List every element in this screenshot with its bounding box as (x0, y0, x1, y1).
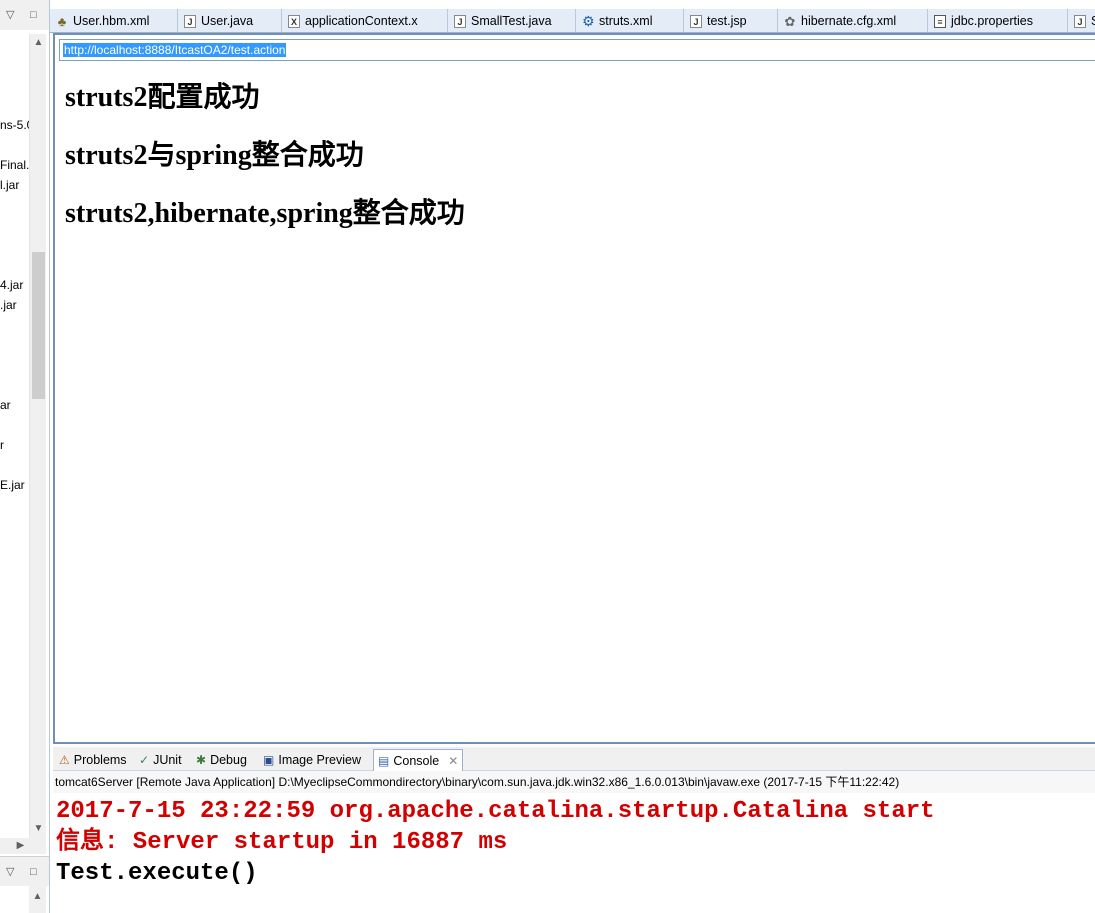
scroll-down-icon[interactable]: ▼ (30, 822, 47, 836)
scroll-up-icon[interactable]: ▲ (30, 36, 47, 50)
tab-junit[interactable]: ✓ JUnit (135, 749, 186, 771)
page-heading: struts2,hibernate,spring整合成功 (65, 198, 465, 229)
tree-item[interactable]: .jar (0, 298, 32, 312)
tab-label: test.jsp (707, 14, 747, 28)
tab-debug[interactable]: ✱ Debug (192, 749, 251, 771)
vertical-scrollbar[interactable]: ▲ ▼ (29, 34, 46, 844)
xml-file-icon: X (288, 14, 300, 28)
tab-jdbc-properties[interactable]: ≡ jdbc.properties (928, 9, 1068, 32)
package-explorer-panel: ▽ □ ns-5.0 Final.j l.jar 4.jar .jar ar r… (0, 0, 50, 913)
tab-label: User.hbm.xml (73, 14, 150, 28)
tab-label: applicationContext.x (305, 14, 418, 28)
tab-label: Console (393, 753, 440, 768)
web-browser-view: http://localhost:8888/ItcastOA2/test.act… (53, 33, 1095, 744)
vertical-scrollbar[interactable]: ▲ (29, 886, 46, 913)
console-icon: ▤ (378, 753, 390, 768)
page-heading: struts2配置成功 (65, 82, 260, 113)
tab-label: hibernate.cfg.xml (801, 14, 897, 28)
tab-label: S (1091, 14, 1095, 28)
tab-overflow-java[interactable]: J S (1068, 9, 1095, 32)
console-line: 2017-7-15 23:22:59 org.apache.catalina.s… (56, 798, 935, 825)
tree-item[interactable]: E.jar (0, 478, 32, 492)
struts-gear-icon: ⚙ (582, 12, 595, 29)
left-bottom-toolbar: ▽ □ (0, 856, 49, 886)
console-process-label: tomcat6Server [Remote Java Application] … (53, 771, 1095, 793)
properties-file-icon: ≡ (934, 14, 946, 28)
url-input[interactable]: http://localhost:8888/ItcastOA2/test.act… (59, 39, 1095, 61)
url-text[interactable]: http://localhost:8888/ItcastOA2/test.act… (63, 43, 287, 57)
hibernate-icon: ✿ (784, 13, 796, 29)
tree-item[interactable]: r (0, 438, 32, 452)
horizontal-scrollbar[interactable]: ▶ (0, 838, 46, 854)
tab-hibernate-cfg-xml[interactable]: ✿ hibernate.cfg.xml (778, 9, 928, 32)
minimize-icon[interactable]: ▽ (6, 865, 14, 879)
tab-image-preview[interactable]: ▣ Image Preview (259, 749, 365, 771)
scroll-right-icon[interactable]: ▶ (12, 839, 29, 853)
tab-label: struts.xml (599, 14, 653, 28)
java-file-icon: J (1074, 14, 1086, 28)
junit-icon: ✓ (139, 753, 150, 767)
debug-icon: ✱ (196, 753, 207, 767)
tab-application-context[interactable]: X applicationContext.x (282, 9, 448, 32)
tab-user-hbm-xml[interactable]: ♣ User.hbm.xml (50, 9, 178, 32)
tab-struts-xml[interactable]: ⚙ struts.xml (576, 9, 684, 32)
tab-label: jdbc.properties (951, 14, 1033, 28)
maximize-icon[interactable]: □ (30, 865, 37, 879)
java-file-icon: J (184, 14, 196, 28)
console-line: 信息: Server startup in 16887 ms (56, 829, 508, 856)
tree-item[interactable]: 4.jar (0, 278, 32, 292)
bottom-view-tab-bar: ⚠ Problems ✓ JUnit ✱ Debug ▣ Image Previ… (53, 747, 1095, 771)
image-preview-icon: ▣ (263, 753, 275, 767)
console-output[interactable]: 2017-7-15 23:22:59 org.apache.catalina.s… (53, 793, 1095, 913)
tree-item[interactable]: ar (0, 398, 32, 412)
console-line: Test.execute() (56, 860, 258, 887)
tab-label: Image Preview (278, 753, 362, 767)
jsp-file-icon: J (690, 14, 702, 28)
scrollbar-thumb[interactable] (32, 252, 45, 399)
page-heading: struts2与spring整合成功 (65, 140, 364, 171)
scroll-up-icon[interactable]: ▲ (29, 890, 46, 904)
editor-tab-bar: ♣ User.hbm.xml J User.java X application… (50, 9, 1095, 33)
tab-label: Problems (73, 753, 127, 767)
tree-item[interactable]: ns-5.0 (0, 118, 32, 132)
left-panel-toolbar: ▽ □ (0, 0, 49, 30)
tab-user-java[interactable]: J User.java (178, 9, 282, 32)
tree-item[interactable]: Final.j (0, 158, 32, 172)
tab-label: JUnit (153, 753, 182, 767)
tab-problems[interactable]: ⚠ Problems (55, 749, 131, 771)
minimize-icon[interactable]: ▽ (6, 8, 14, 22)
tab-label: User.java (201, 14, 254, 28)
tab-label: Debug (210, 753, 247, 767)
java-file-icon: J (454, 14, 466, 28)
maximize-icon[interactable]: □ (30, 8, 37, 22)
close-icon[interactable]: ✕ (448, 754, 458, 768)
problems-icon: ⚠ (59, 753, 70, 767)
tab-small-test-java[interactable]: J SmallTest.java (448, 9, 576, 32)
hbm-file-icon: ♣ (57, 13, 67, 29)
tab-test-jsp[interactable]: J test.jsp (684, 9, 778, 32)
tree-item[interactable]: l.jar (0, 178, 32, 192)
tab-console[interactable]: ▤ Console ✕ (373, 749, 464, 771)
tab-label: SmallTest.java (471, 14, 552, 28)
